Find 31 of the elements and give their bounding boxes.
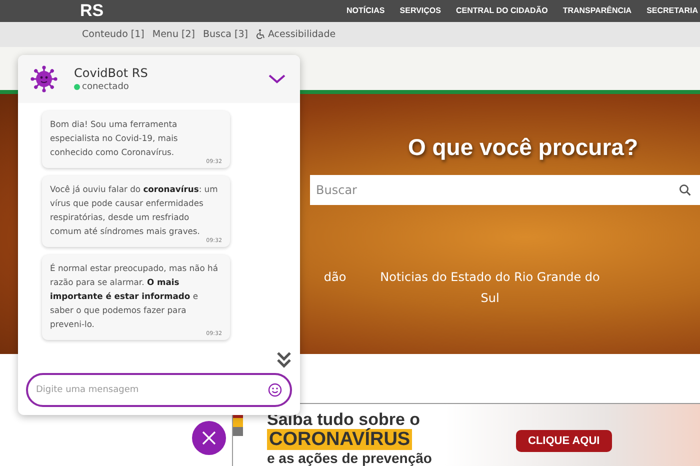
skip-link[interactable]: Acessibilidade: [256, 28, 336, 40]
message-text: Bom dia! Sou uma ferramenta especialista no Covid-19, mais conhecido como Coronavírus.: [50, 118, 179, 159]
hero-link[interactable]: dão: [300, 267, 370, 288]
skip-link[interactable]: Busca [3]: [202, 28, 248, 40]
nav-link[interactable]: NOTÍCIAS: [346, 6, 385, 16]
nav-link[interactable]: SECRETARIA: [646, 6, 698, 16]
close-button[interactable]: [192, 421, 226, 455]
hero-heading: O que você procura?: [408, 134, 638, 162]
nav-link[interactable]: CENTRAL DO CIDADÃO: [456, 6, 548, 16]
search-field[interactable]: Buscar: [310, 175, 700, 206]
wheelchair-icon: [256, 29, 265, 40]
skip-link[interactable]: Conteudo [1]: [82, 28, 144, 40]
chevron-down-icon[interactable]: [268, 74, 286, 84]
message-text: Você já ouviu falar do coronavírus: um vírus que pode causar enfermidades respiratórias, desde um resfriado comum até síndromes mais graves.: [50, 183, 219, 238]
status-text: conectado: [82, 82, 129, 92]
chat-title: CovidBot RS: [74, 66, 148, 80]
skip-link[interactable]: Menu [2]: [152, 28, 195, 40]
smiley-icon[interactable]: [268, 383, 282, 397]
banner-highlight: CORONAVÍRUS: [267, 429, 412, 450]
double-chevron-down-icon[interactable]: [276, 351, 292, 369]
logo[interactable]: RS: [80, 0, 104, 21]
nav-link[interactable]: TRANSPARÊNCIA: [562, 6, 632, 16]
close-icon: [202, 431, 216, 445]
search-icon[interactable]: [679, 184, 691, 196]
clique-aqui-button[interactable]: CLIQUE AQUI: [516, 430, 612, 452]
virus-icon: [30, 65, 58, 93]
nav-link[interactable]: SERVIÇOS: [400, 6, 441, 16]
message-input[interactable]: Digite uma mensagem: [26, 373, 292, 407]
banner-text: e as ações de prevenção: [267, 450, 432, 466]
hero-link[interactable]: Noticias do Estado do Rio Grande do Sul: [370, 267, 610, 310]
message-text: É normal estar preocupado, mas não há razão para se alarmar. O mais importante é estar informado e saber o que podemos fazer para preveni-lo.: [50, 262, 219, 330]
